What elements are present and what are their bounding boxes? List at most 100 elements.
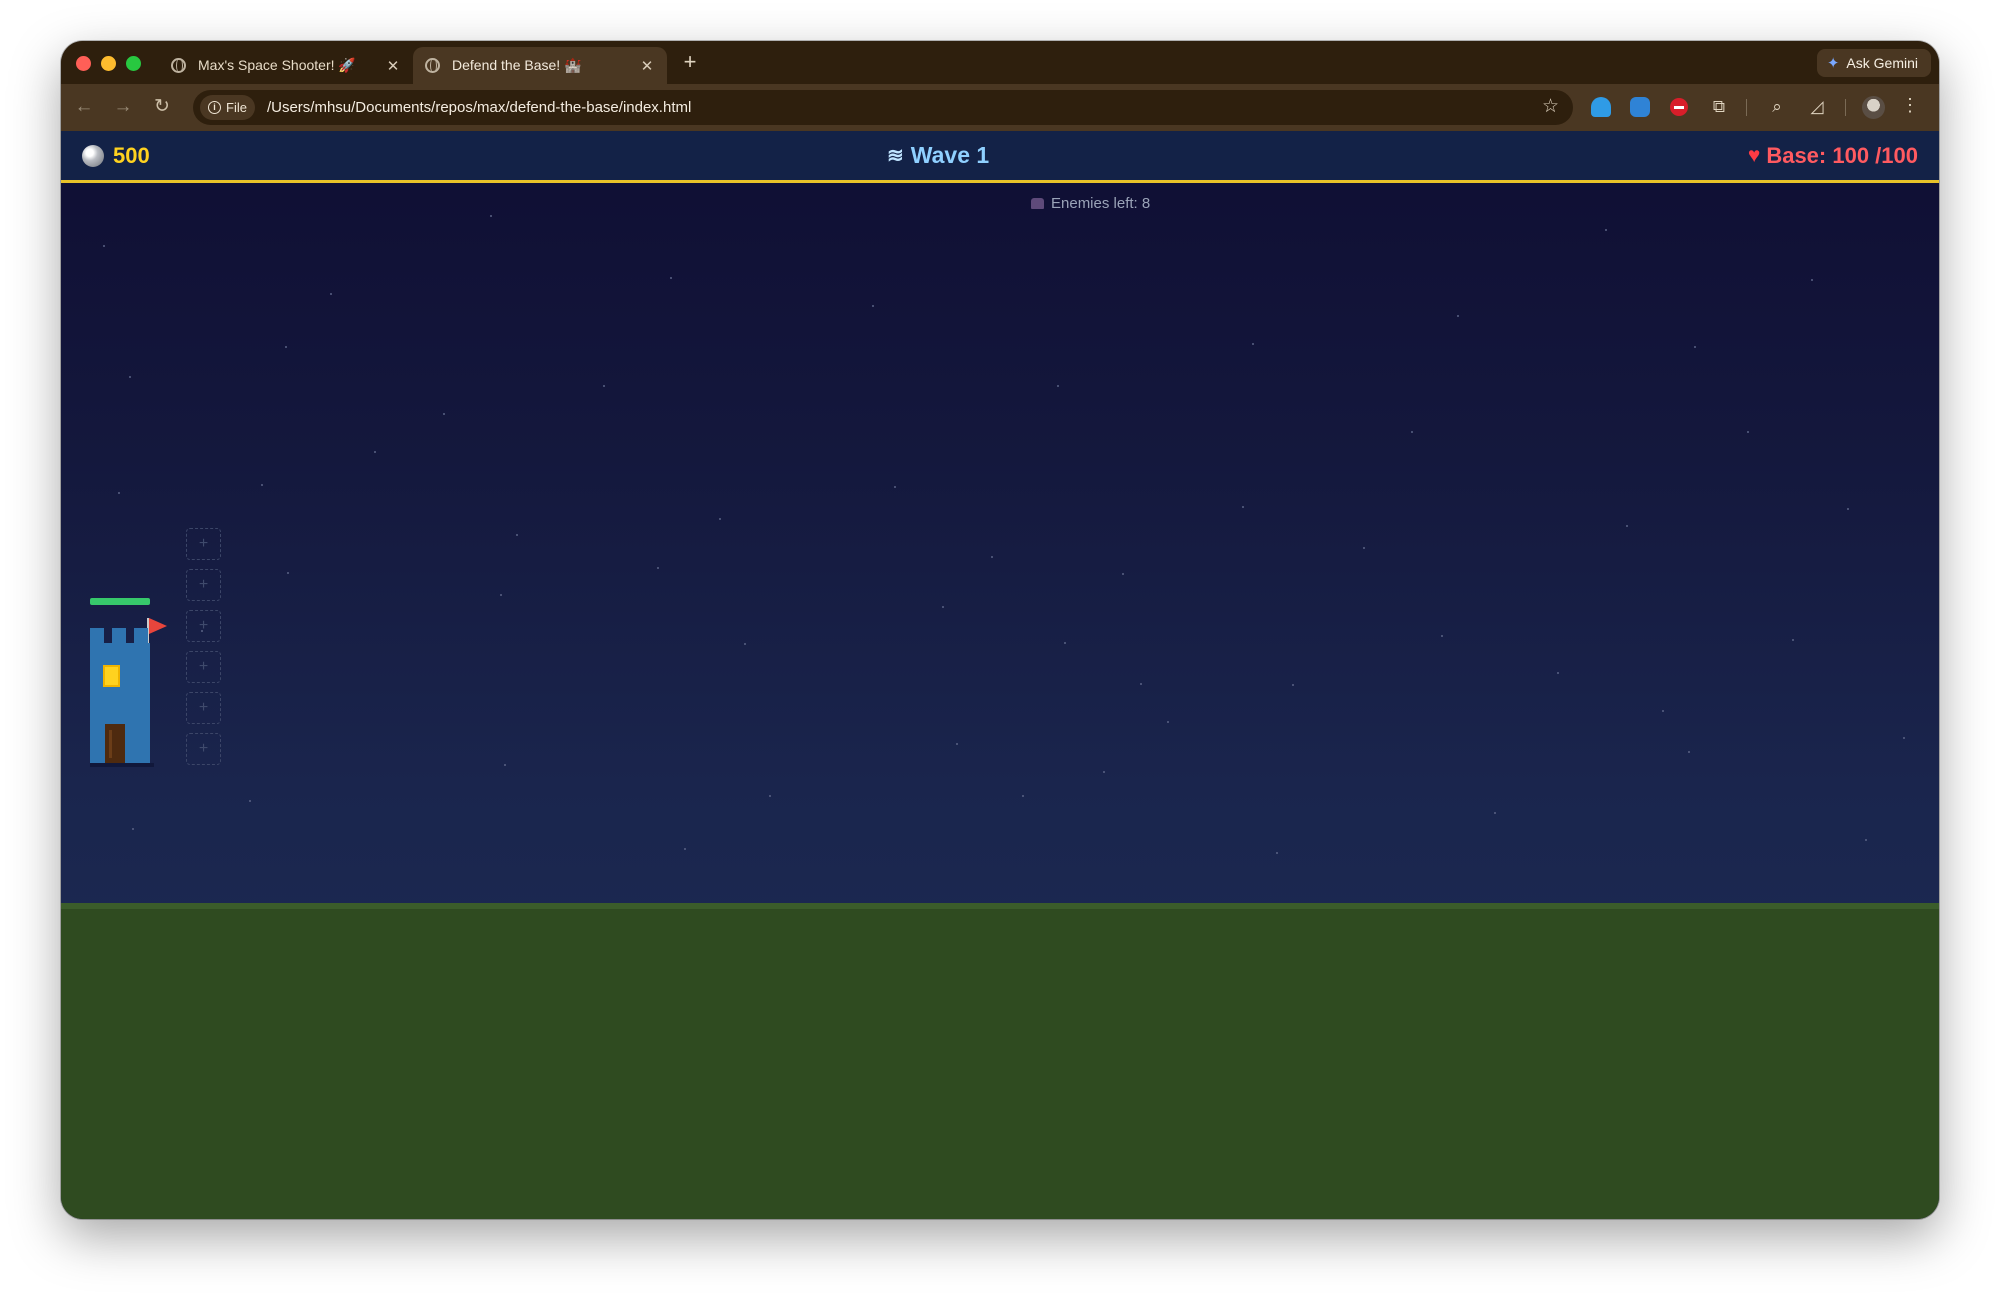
build-slot[interactable]: +: [186, 651, 221, 683]
ask-gemini-label: Ask Gemini: [1846, 55, 1918, 71]
browser-toolbar: ← → ↻ i File /Users/mhsu/Documents/repos…: [61, 84, 1939, 131]
star-dot: [1662, 710, 1664, 712]
star-dot: [1441, 635, 1443, 637]
cast-icon[interactable]: ◿: [1805, 95, 1829, 119]
tab-close-button[interactable]: ✕: [385, 57, 401, 75]
star-dot: [657, 567, 659, 569]
site-info-chip[interactable]: i File: [200, 95, 255, 120]
star-dot: [1605, 229, 1607, 231]
tab-title: Max's Space Shooter! 🚀: [198, 57, 356, 73]
build-slot[interactable]: +: [186, 569, 221, 601]
star-dot: [443, 413, 445, 415]
star-dot: [991, 556, 993, 558]
star-dot: [1103, 771, 1105, 773]
wave-icon: ≋: [887, 145, 904, 167]
build-slot[interactable]: +: [186, 733, 221, 765]
star-dot: [603, 385, 605, 387]
minimize-window-button[interactable]: [101, 56, 116, 71]
more-menu-icon[interactable]: ⋮: [1901, 95, 1919, 116]
star-dot: [1292, 684, 1294, 686]
close-window-button[interactable]: [76, 56, 91, 71]
tower-health-bar: [90, 598, 150, 605]
build-slot[interactable]: +: [186, 692, 221, 724]
reload-icon[interactable]: ↻: [150, 95, 174, 119]
wave-indicator: ≋ Wave 1: [887, 142, 989, 169]
star-dot: [769, 795, 771, 797]
base-health-label: Base: 100 /100: [1766, 143, 1918, 168]
star-dot: [249, 800, 251, 802]
star-dot: [670, 277, 672, 279]
star-dot: [1242, 506, 1244, 508]
tower-merlon: [90, 628, 104, 643]
enemies-left-label: Enemies left: 8: [1051, 195, 1151, 212]
star-dot: [500, 594, 502, 596]
game-hud: 500 ≋ Wave 1 ♥ Base: 100 /100: [61, 131, 1939, 183]
star-dot: [1057, 385, 1059, 387]
coin-icon: [82, 145, 104, 167]
tab-space-shooter[interactable]: Max's Space Shooter! 🚀 ✕: [159, 47, 413, 84]
tower-merlon: [134, 628, 148, 643]
base-health: ♥ Base: 100 /100: [1748, 143, 1918, 169]
search-tabs-icon[interactable]: ⌕: [1765, 95, 1789, 119]
tower-window: [103, 665, 120, 687]
tab-defend-the-base[interactable]: Defend the Base! 🏰 ✕: [413, 47, 667, 84]
star-dot: [956, 743, 958, 745]
scheme-label: File: [226, 100, 247, 115]
game-canvas[interactable]: 500 ≋ Wave 1 ♥ Base: 100 /100 Enemies le…: [61, 131, 1939, 1219]
player-tower[interactable]: [90, 598, 167, 767]
star-dot: [684, 848, 686, 850]
coin-counter: 500: [82, 143, 150, 169]
tab-title: Defend the Base! 🏰: [452, 57, 582, 73]
extension-block-icon[interactable]: [1670, 98, 1688, 116]
url-text[interactable]: /Users/mhsu/Documents/repos/max/defend-t…: [267, 99, 691, 116]
star-dot: [1847, 508, 1849, 510]
extensions-puzzle-icon[interactable]: ⧉: [1707, 95, 1731, 119]
star-dot: [894, 486, 896, 488]
star-dot: [1411, 431, 1413, 433]
tower-merlon: [112, 628, 126, 643]
build-slot[interactable]: +: [186, 528, 221, 560]
tower-shadow: [90, 763, 154, 767]
star-dot: [285, 346, 287, 348]
star-dot: [1792, 639, 1794, 641]
star-dot: [1140, 683, 1142, 685]
star-dot: [1252, 343, 1254, 345]
tab-close-button[interactable]: ✕: [639, 57, 655, 75]
zoom-window-button[interactable]: [126, 56, 141, 71]
back-icon[interactable]: ←: [72, 95, 96, 119]
star-dot: [118, 492, 120, 494]
star-dot: [516, 534, 518, 536]
build-slot[interactable]: +: [186, 610, 221, 642]
toolbar-divider: [1845, 99, 1846, 116]
star-dot: [1494, 812, 1496, 814]
coin-value: 500: [113, 143, 150, 168]
new-tab-button[interactable]: +: [676, 49, 704, 77]
bookmark-star-icon[interactable]: ☆: [1542, 95, 1559, 118]
star-dot: [1457, 315, 1459, 317]
star-dot: [103, 245, 105, 247]
star-dot: [1557, 672, 1559, 674]
star-dot: [132, 828, 134, 830]
star-dot: [1122, 573, 1124, 575]
tower-door: [105, 724, 125, 763]
star-dot: [872, 305, 874, 307]
star-dot: [330, 293, 332, 295]
star-dot: [719, 518, 721, 520]
star-dot: [504, 764, 506, 766]
star-dot: [1363, 547, 1365, 549]
star-dot: [1694, 346, 1696, 348]
forward-icon[interactable]: →: [111, 95, 135, 119]
extension-ghost-icon[interactable]: [1591, 97, 1611, 117]
star-dot: [942, 606, 944, 608]
ask-gemini-button[interactable]: ✦ Ask Gemini: [1816, 49, 1931, 77]
star-dot: [1167, 721, 1169, 723]
star-dot: [1276, 852, 1278, 854]
star-dot: [1022, 795, 1024, 797]
toolbar-divider: [1746, 99, 1747, 116]
heart-icon: ♥: [1747, 144, 1761, 167]
extension-shield-icon[interactable]: [1630, 97, 1650, 117]
address-bar[interactable]: i File /Users/mhsu/Documents/repos/max/d…: [193, 90, 1573, 125]
star-dot: [1865, 839, 1867, 841]
profile-avatar[interactable]: [1862, 96, 1885, 119]
info-icon: i: [208, 101, 221, 114]
